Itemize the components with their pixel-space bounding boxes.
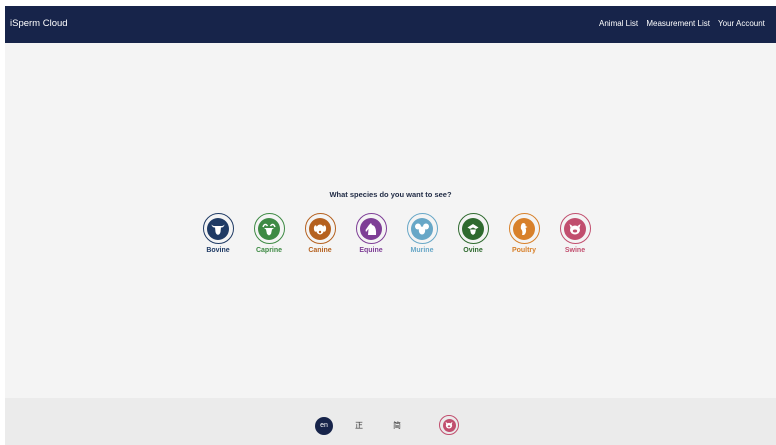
species-swine[interactable]: Swine bbox=[555, 213, 595, 254]
species-label: Swine bbox=[564, 247, 586, 254]
dog-icon bbox=[309, 217, 331, 240]
species-caprine[interactable]: Caprine bbox=[249, 213, 289, 254]
brand-logo-text[interactable]: iSperm Cloud bbox=[10, 18, 68, 29]
species-murine[interactable]: Murine bbox=[402, 213, 442, 254]
bull-icon bbox=[207, 217, 229, 240]
sheep-icon bbox=[462, 217, 484, 240]
nav-measurement-list[interactable]: Measurement List bbox=[646, 19, 710, 28]
equine-ring bbox=[355, 213, 387, 244]
app-window: iSperm Cloud Animal List Measurement Lis… bbox=[5, 6, 776, 445]
poultry-ring bbox=[508, 213, 540, 244]
species-label: Equine bbox=[359, 247, 383, 254]
pig-icon bbox=[442, 418, 456, 432]
species-label: Ovine bbox=[463, 247, 483, 254]
species-bovine[interactable]: Bovine bbox=[198, 213, 238, 254]
language-en-button[interactable]: en bbox=[315, 417, 333, 435]
language-simplified-chinese-button[interactable]: 简 bbox=[393, 420, 401, 431]
species-label: Bovine bbox=[206, 247, 230, 254]
species-label: Murine bbox=[410, 247, 434, 254]
current-species-button[interactable] bbox=[439, 415, 459, 435]
nav-your-account[interactable]: Your Account bbox=[718, 19, 765, 28]
nav-animal-list[interactable]: Animal List bbox=[599, 19, 638, 28]
footer: en 正 简 bbox=[5, 398, 776, 445]
bovine-ring bbox=[202, 213, 234, 244]
goat-icon bbox=[258, 217, 280, 240]
swine-ring bbox=[559, 213, 591, 244]
pig-icon bbox=[564, 217, 586, 240]
horse-icon bbox=[360, 217, 382, 240]
chicken-icon bbox=[513, 217, 535, 240]
species-question: What species do you want to see? bbox=[329, 190, 452, 199]
species-equine[interactable]: Equine bbox=[351, 213, 391, 254]
nav-links: Animal List Measurement List Your Accoun… bbox=[599, 19, 771, 28]
mouse-icon bbox=[411, 217, 433, 240]
species-label: Caprine bbox=[255, 247, 283, 254]
caprine-ring bbox=[253, 213, 285, 244]
top-navbar: iSperm Cloud Animal List Measurement Lis… bbox=[5, 6, 776, 43]
murine-ring bbox=[406, 213, 438, 244]
species-canine[interactable]: Canine bbox=[300, 213, 340, 254]
species-label: Canine bbox=[308, 247, 332, 254]
canine-ring bbox=[304, 213, 336, 244]
language-traditional-chinese-button[interactable]: 正 bbox=[355, 420, 363, 431]
species-label: Poultry bbox=[511, 247, 537, 254]
species-selector: What species do you want to see? Bovine bbox=[5, 43, 776, 398]
species-poultry[interactable]: Poultry bbox=[504, 213, 544, 254]
species-ovine[interactable]: Ovine bbox=[453, 213, 493, 254]
ovine-ring bbox=[457, 213, 489, 244]
